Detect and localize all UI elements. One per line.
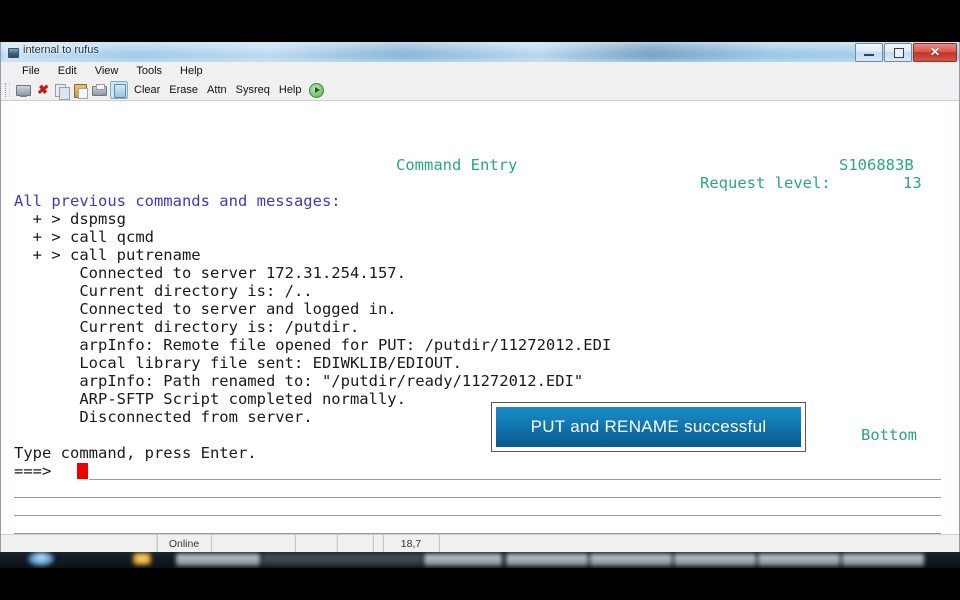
message-line: Connected to server 172.31.254.157. xyxy=(14,264,406,282)
taskbar[interactable] xyxy=(0,552,960,568)
taskbar-items xyxy=(0,552,960,568)
taskbar-tile[interactable] xyxy=(842,554,924,566)
maximize-button[interactable] xyxy=(884,43,912,62)
taskbar-tile[interactable] xyxy=(506,554,588,566)
menu-item-view[interactable]: View xyxy=(86,64,128,78)
taskbar-tile[interactable] xyxy=(758,554,840,566)
disconnect-icon[interactable]: ✖ xyxy=(34,82,50,98)
window-title: internal to rufus xyxy=(23,44,99,56)
message-line: arpInfo: Remote file opened for PUT: /pu… xyxy=(14,336,612,354)
request-level-value: 13 xyxy=(903,174,922,192)
menu-bar: File Edit View Tools Help xyxy=(1,62,959,80)
print-icon[interactable] xyxy=(91,82,107,98)
run-icon[interactable] xyxy=(308,82,324,98)
screen-title: Command Entry xyxy=(396,156,518,174)
taskbar-tile[interactable] xyxy=(262,554,422,566)
status-message-area xyxy=(1,535,157,552)
display-icon[interactable] xyxy=(15,82,31,98)
close-button[interactable]: ✕ xyxy=(913,43,957,62)
block-cursor xyxy=(77,463,88,479)
taskbar-tile[interactable] xyxy=(674,554,756,566)
title-bar[interactable]: internal to rufus ✕ xyxy=(1,42,959,62)
toolbar-button-help[interactable]: Help xyxy=(276,84,305,96)
command-history-line: + > dspmsg xyxy=(14,210,126,228)
message-line: Local library file sent: EDIWKLIB/EDIOUT… xyxy=(14,354,462,372)
command-history-line: + > call qcmd xyxy=(14,228,154,246)
request-level-label: Request level: xyxy=(700,174,831,192)
status-connection: Online xyxy=(157,535,211,552)
message-line: Connected to server and logged in. xyxy=(14,300,397,318)
taskbar-tile[interactable] xyxy=(424,554,502,566)
message-line: Disconnected from server. xyxy=(14,408,313,426)
menu-item-file[interactable]: File xyxy=(13,64,49,78)
toolbar-button-erase[interactable]: Erase xyxy=(166,84,201,96)
toolbar-button-clear[interactable]: Clear xyxy=(131,84,163,96)
desktop-background-top xyxy=(0,0,960,42)
toolbar-button-attn[interactable]: Attn xyxy=(204,84,230,96)
annotation-callout-fill: PUT and RENAME successful xyxy=(496,407,801,447)
toolbar-grip[interactable] xyxy=(5,83,10,97)
section-title: All previous commands and messages: xyxy=(14,192,341,210)
message-line: Current directory is: /putdir. xyxy=(14,318,360,336)
application-window: internal to rufus ✕ File Edit View Tools… xyxy=(0,42,960,552)
tool-bar: ✖ Clear Erase Attn Sysreq Help xyxy=(1,80,959,101)
status-cursor-position: 18,7 xyxy=(383,535,439,552)
message-line: arpInfo: Path renamed to: "/putdir/ready… xyxy=(14,372,584,390)
clipboard-icon[interactable] xyxy=(110,81,128,99)
status-cell-5 xyxy=(373,535,383,552)
scroll-indicator: Bottom xyxy=(861,426,917,444)
message-line: Current directory is: /.. xyxy=(14,282,313,300)
command-continuation-underline-1[interactable] xyxy=(14,497,941,498)
minimize-icon xyxy=(864,54,874,56)
copy-icon[interactable] xyxy=(53,82,70,100)
menu-item-tools[interactable]: Tools xyxy=(127,64,171,78)
taskbar-tile[interactable] xyxy=(590,554,672,566)
prompt-instruction: Type command, press Enter. xyxy=(14,444,257,462)
close-icon: ✕ xyxy=(929,45,941,59)
status-bar: Online 18,7 xyxy=(1,534,959,552)
status-filler xyxy=(439,535,959,552)
annotation-callout: PUT and RENAME successful xyxy=(491,402,806,452)
annotation-callout-text: PUT and RENAME successful xyxy=(530,417,767,436)
taskbar-icon-amber[interactable] xyxy=(133,553,151,565)
screen-root: internal to rufus ✕ File Edit View Tools… xyxy=(0,0,960,600)
aero-glass-effect xyxy=(1,42,959,62)
terminal-screen[interactable]: Command Entry S106883B Request level: 13… xyxy=(1,101,959,535)
command-continuation-underline-2[interactable] xyxy=(14,515,941,516)
status-cell-4 xyxy=(337,535,373,552)
command-input-underline[interactable] xyxy=(89,479,941,480)
status-cell-3 xyxy=(295,535,337,552)
paste-icon[interactable] xyxy=(72,82,88,99)
window-controls: ✕ xyxy=(855,43,957,62)
prompt-arrow: ===> xyxy=(14,462,52,480)
message-line: ARP-SFTP Script completed normally. xyxy=(14,390,406,408)
menu-item-edit[interactable]: Edit xyxy=(49,64,86,78)
terminal-icon xyxy=(8,48,19,58)
taskbar-start-orb[interactable] xyxy=(28,552,54,566)
toolbar-button-sysreq[interactable]: Sysreq xyxy=(233,84,273,96)
system-name: S106883B xyxy=(839,156,914,174)
taskbar-tile[interactable] xyxy=(176,554,260,566)
maximize-icon xyxy=(894,48,904,58)
minimize-button[interactable] xyxy=(855,43,883,62)
menu-item-help[interactable]: Help xyxy=(171,64,212,78)
desktop-background-bottom xyxy=(0,568,960,600)
command-history-line: + > call putrename xyxy=(14,246,201,264)
status-cell-2 xyxy=(211,535,295,552)
